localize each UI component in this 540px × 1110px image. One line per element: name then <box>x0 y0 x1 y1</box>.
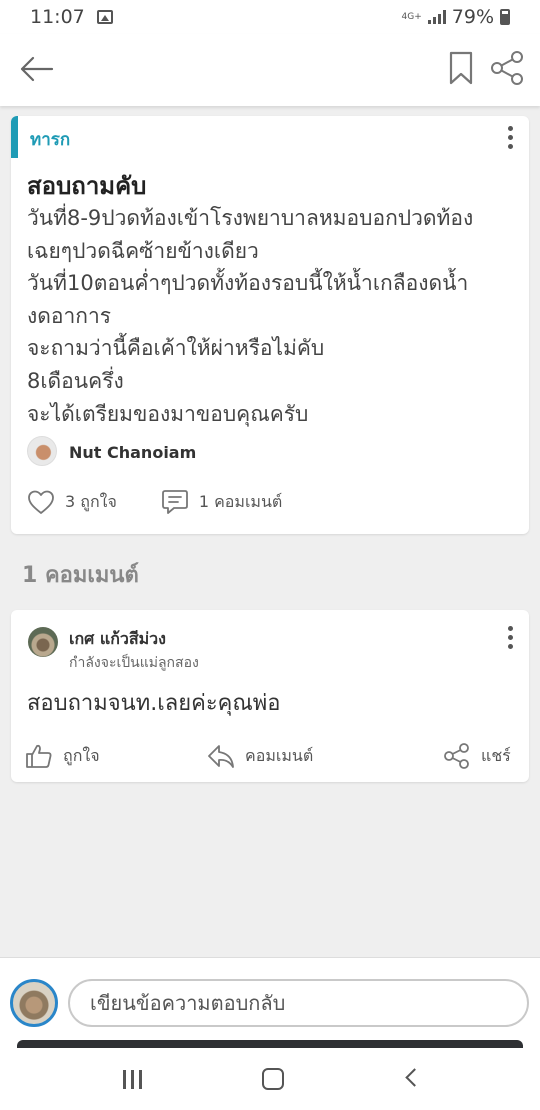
back-arrow-icon[interactable] <box>18 54 54 84</box>
tag-accent-bar <box>11 116 18 158</box>
back-icon[interactable] <box>400 1066 428 1092</box>
comment-card: เกศ แก้วสีม่วง กำลังจะเป็นแม่ลูกสอง สอบถ… <box>11 610 529 782</box>
comment-like-button[interactable]: ถูกใจ <box>25 740 100 772</box>
like-button[interactable]: 3 ถูกใจ <box>27 489 117 515</box>
post-actions: 3 ถูกใจ 1 คอมเมนต์ <box>27 486 282 518</box>
network-type: 4G+ <box>401 11 422 22</box>
status-left: 11:07 <box>30 6 113 28</box>
comment-reply-button[interactable]: คอมเมนต์ <box>207 740 313 772</box>
share-icon[interactable] <box>490 50 526 86</box>
commenter-name[interactable]: เกศ แก้วสีม่วง <box>69 627 166 652</box>
post-body: วันที่8-9ปวดท้องเข้าโรงพยาบาลหมอบอกปวดท้… <box>27 202 527 430</box>
comment-actions: ถูกใจ คอมเมนต์ แชร์ <box>25 740 517 772</box>
status-right: 4G+ 79% <box>402 6 510 28</box>
post-body-line: จะได้เตรียมของมาขอบคุณครับ <box>27 401 309 426</box>
bookmark-icon[interactable] <box>448 51 474 85</box>
share-icon <box>444 743 469 769</box>
status-time: 11:07 <box>30 6 85 28</box>
comment-share-label: แชร์ <box>481 745 511 765</box>
recent-apps-icon[interactable] <box>118 1066 146 1092</box>
comment-share-button[interactable]: แชร์ <box>443 740 511 772</box>
comment-reply-label: คอมเมนต์ <box>245 745 314 765</box>
post-more-icon[interactable] <box>500 123 520 151</box>
battery-percent: 79% <box>451 6 494 28</box>
app-header <box>0 34 540 106</box>
reply-icon <box>208 745 234 768</box>
status-bar: 11:07 4G+ 79% <box>0 0 540 34</box>
post-body-line: เฉยๆปวดฉีคซ้ายข้างเดียว <box>27 238 259 263</box>
keyboard-edge <box>17 1040 523 1048</box>
image-notification-icon <box>96 10 113 24</box>
commenter-avatar[interactable] <box>28 627 58 657</box>
reply-input[interactable] <box>68 979 529 1027</box>
post-title: สอบถามคับ <box>27 172 147 200</box>
heart-icon <box>28 490 54 514</box>
home-icon[interactable] <box>260 1066 288 1092</box>
thumbs-up-icon <box>26 744 52 768</box>
comment-more-icon[interactable] <box>500 623 520 651</box>
my-avatar <box>10 979 58 1027</box>
battery-icon <box>500 9 510 25</box>
comment-button[interactable]: 1 คอมเมนต์ <box>161 488 282 516</box>
post-body-line: 8เดือนครึ่ง <box>27 368 124 393</box>
commenter-status: กำลังจะเป็นแม่ลูกสอง <box>69 655 199 671</box>
post-body-line: วันที่8-9ปวดท้องเข้าโรงพยาบาลหมอบอกปวดท้… <box>27 206 474 230</box>
comments-heading: 1 คอมเมนต์ <box>22 563 139 588</box>
comment-like-label: ถูกใจ <box>63 745 100 765</box>
author-avatar[interactable] <box>27 436 57 466</box>
post-body-line: งดอาการ <box>27 303 112 328</box>
comment-text: สอบถามจนท.เลยค่ะคุณพ่อ <box>27 691 281 716</box>
signal-icon <box>427 10 446 24</box>
like-count: 3 ถูกใจ <box>65 491 117 511</box>
system-nav-bar <box>0 1048 540 1110</box>
post-tag[interactable]: ทารก <box>30 126 70 153</box>
post-body-line: วันที่10ตอนค่ำๆปวดทั้งท้องรอบนี้ให้น้ำเก… <box>27 271 469 296</box>
post-body-line: จะถามว่านี้คือเค้าให้ผ่าหรือไม่คับ <box>27 336 325 361</box>
author-name[interactable]: Nut Chanoiam <box>69 443 196 462</box>
comment-count: 1 คอมเมนต์ <box>198 491 283 511</box>
post-card: ทารก สอบถามคับ วันที่8-9ปวดท้องเข้าโรงพย… <box>11 116 529 534</box>
comment-icon <box>161 490 188 514</box>
